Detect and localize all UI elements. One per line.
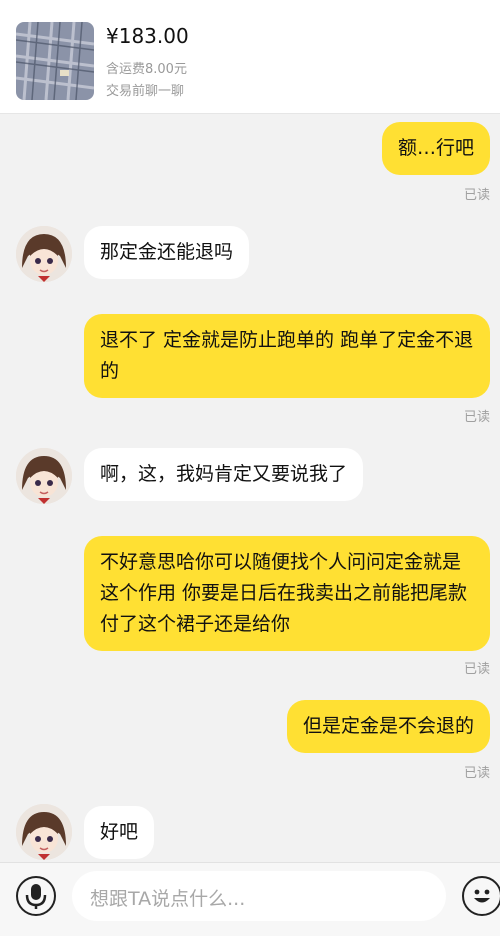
- avatar[interactable]: [16, 226, 72, 282]
- read-status: 已读: [463, 766, 490, 781]
- product-thumbnail[interactable]: [16, 22, 94, 100]
- product-header[interactable]: ¥183.00 含运费8.00元 交易前聊一聊: [0, 0, 500, 114]
- message-input[interactable]: 想跟TA说点什么...: [72, 871, 446, 921]
- emoji-icon[interactable]: [462, 876, 500, 916]
- avatar[interactable]: [16, 804, 72, 860]
- message-bubble-sent[interactable]: 额…行吧: [381, 122, 490, 175]
- read-status: 已读: [463, 662, 490, 677]
- read-status: 已读: [463, 188, 490, 203]
- message-input-placeholder: 想跟TA说点什么...: [90, 888, 246, 910]
- message-bubble-sent[interactable]: 不好意思哈你可以随便找个人问问定金就是这个作用 你要是日后在我卖出之前能把尾款付…: [84, 536, 490, 651]
- message-bubble-received[interactable]: 啊，这，我妈肯定又要说我了: [84, 448, 364, 501]
- microphone-icon[interactable]: [16, 876, 56, 916]
- read-status: 已读: [463, 410, 490, 425]
- message-bubble-sent[interactable]: 但是定金是不会退的: [286, 700, 490, 753]
- trade-note: 交易前聊一聊: [106, 84, 185, 99]
- product-price: ¥183.00: [106, 24, 189, 48]
- message-input-bar: 想跟TA说点什么...: [0, 862, 500, 936]
- message-bubble-received[interactable]: 那定金还能退吗: [84, 226, 250, 279]
- message-bubble-sent[interactable]: 退不了 定金就是防止跑单的 跑单了定金不退的: [84, 314, 490, 398]
- shipping-fee: 含运费8.00元: [106, 62, 187, 77]
- avatar[interactable]: [16, 448, 72, 504]
- message-bubble-received[interactable]: 好吧: [84, 806, 155, 859]
